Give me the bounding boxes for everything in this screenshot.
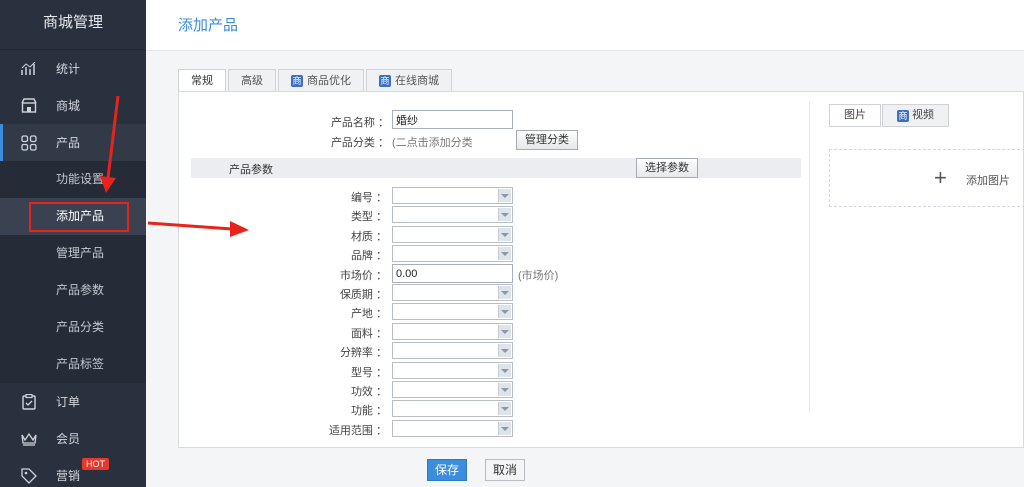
param-label: 保质期 ： (339, 289, 387, 301)
sidebar: 商城管理 统计 商城 产品 功能设置 添加产品 管理产品 产品参数 产品分类 产… (0, 0, 146, 487)
param-select[interactable] (392, 226, 513, 243)
clipboard-icon (20, 393, 38, 411)
tag-icon (20, 467, 38, 485)
param-select[interactable] (392, 323, 513, 340)
chevron-down-icon[interactable] (498, 228, 511, 241)
add-image-area[interactable]: + 添加图片 (829, 149, 1024, 207)
submenu-item-product-tags[interactable]: 产品标签 (0, 346, 146, 383)
chart-icon (20, 60, 38, 78)
param-select[interactable] (392, 400, 513, 417)
page-header: 添加产品 (146, 0, 1024, 51)
chevron-down-icon[interactable] (498, 402, 511, 415)
shop-icon: 商 (291, 74, 303, 87)
chevron-down-icon[interactable] (498, 364, 511, 377)
column-divider (809, 102, 810, 412)
param-label: 类型 ： (350, 211, 387, 223)
tab-online-store[interactable]: 商 在线商城 (366, 69, 452, 91)
grid-icon (20, 134, 38, 152)
chevron-down-icon[interactable] (498, 208, 511, 221)
hot-badge: HOT (82, 458, 109, 470)
chevron-down-icon[interactable] (498, 189, 511, 202)
param-label: 型号 ： (350, 367, 387, 379)
form-panel: 产品名称 ： 产品分类 ： (二点击添加分类 管理分类 产品参数 选择参数 编号… (178, 91, 1024, 448)
param-label: 市场价 ： (339, 270, 387, 282)
param-select[interactable] (392, 245, 513, 262)
param-label: 功能 ： (350, 405, 387, 417)
manage-category-button[interactable]: 管理分类 (516, 130, 578, 150)
product-category-label: 产品分类 ： (330, 137, 389, 149)
category-hint[interactable]: (二点击添加分类 (392, 134, 473, 150)
submenu-item-settings[interactable]: 功能设置 (0, 161, 146, 198)
param-label: 品牌 ： (350, 250, 387, 262)
param-label: 编号 ： (350, 192, 387, 204)
tab-general[interactable]: 常规 (178, 69, 226, 92)
page-title: 添加产品 (178, 17, 239, 34)
chevron-down-icon[interactable] (498, 247, 511, 260)
sidebar-item-marketing[interactable]: 营销 HOT (0, 457, 146, 487)
sidebar-item-label: 产品 (56, 136, 81, 150)
param-select[interactable] (392, 284, 513, 301)
param-label: 面料 ： (350, 328, 387, 340)
sidebar-item-label: 订单 (56, 395, 81, 409)
chevron-down-icon[interactable] (498, 305, 511, 318)
tab-images[interactable]: 图片 (829, 104, 881, 127)
product-name-input[interactable] (392, 110, 513, 129)
submenu-item-manage-products[interactable]: 管理产品 (0, 235, 146, 272)
chevron-down-icon[interactable] (498, 286, 511, 299)
submenu-item-add-product[interactable]: 添加产品 (0, 198, 146, 235)
plus-icon: + (934, 165, 947, 190)
param-label: 材质 ： (350, 231, 387, 243)
param-select[interactable] (392, 381, 513, 398)
param-select[interactable] (392, 187, 513, 204)
param-select[interactable] (392, 206, 513, 223)
shop-icon: 商 (379, 74, 391, 87)
tab-product-optimization[interactable]: 商 商品优化 (278, 69, 364, 91)
media-tabs: 图片 商 视频 (829, 104, 950, 127)
param-label: 适用范围 ： (328, 425, 387, 437)
sidebar-item-products[interactable]: 产品 (0, 124, 146, 161)
param-label: 功效 ： (350, 386, 387, 398)
sidebar-item-label: 营销 (56, 469, 81, 483)
shop-icon: 商 (897, 109, 909, 122)
market-price-hint: (市场价) (518, 270, 559, 282)
sidebar-item-label: 统计 (56, 62, 81, 76)
sidebar-item-store[interactable]: 商城 (0, 87, 146, 124)
param-select[interactable] (392, 420, 513, 437)
param-label: 产地 ： (350, 308, 387, 320)
submenu-item-product-params[interactable]: 产品参数 (0, 272, 146, 309)
sidebar-item-orders[interactable]: 订单 (0, 383, 146, 420)
chevron-down-icon[interactable] (498, 383, 511, 396)
product-name-label: 产品名称 ： (330, 117, 389, 129)
cancel-button[interactable]: 取消 (485, 459, 525, 481)
chevron-down-icon[interactable] (498, 344, 511, 357)
form-tabs: 常规 高级 商 商品优化 商 在线商城 (178, 69, 454, 92)
sidebar-item-label: 商城 (56, 99, 81, 113)
store-icon (20, 97, 38, 115)
param-select[interactable] (392, 362, 513, 379)
submenu-item-product-categories[interactable]: 产品分类 (0, 309, 146, 346)
brand-title: 商城管理 (0, 0, 146, 50)
param-select[interactable] (392, 342, 513, 359)
tab-label: 视频 (912, 109, 934, 121)
save-button[interactable]: 保存 (427, 459, 467, 481)
sidebar-item-label: 会员 (56, 432, 81, 446)
tab-advanced[interactable]: 高级 (228, 69, 276, 91)
market-price-input[interactable] (392, 264, 513, 283)
tab-label: 在线商城 (395, 74, 439, 87)
chevron-down-icon[interactable] (498, 325, 511, 338)
chevron-down-icon[interactable] (498, 422, 511, 435)
product-submenu: 功能设置 添加产品 管理产品 产品参数 产品分类 产品标签 (0, 161, 146, 383)
param-select[interactable] (392, 303, 513, 320)
params-section-header: 产品参数 (191, 158, 801, 178)
sidebar-item-stats[interactable]: 统计 (0, 50, 146, 87)
crown-icon (20, 430, 38, 448)
param-label: 分辨率 ： (339, 347, 387, 359)
sidebar-item-members[interactable]: 会员 (0, 420, 146, 457)
params-section-title: 产品参数 (229, 164, 273, 176)
add-image-label: 添加图片 (966, 175, 1010, 187)
select-params-button[interactable]: 选择参数 (636, 158, 698, 178)
tab-video[interactable]: 商 视频 (882, 104, 949, 127)
tab-label: 商品优化 (307, 74, 351, 87)
